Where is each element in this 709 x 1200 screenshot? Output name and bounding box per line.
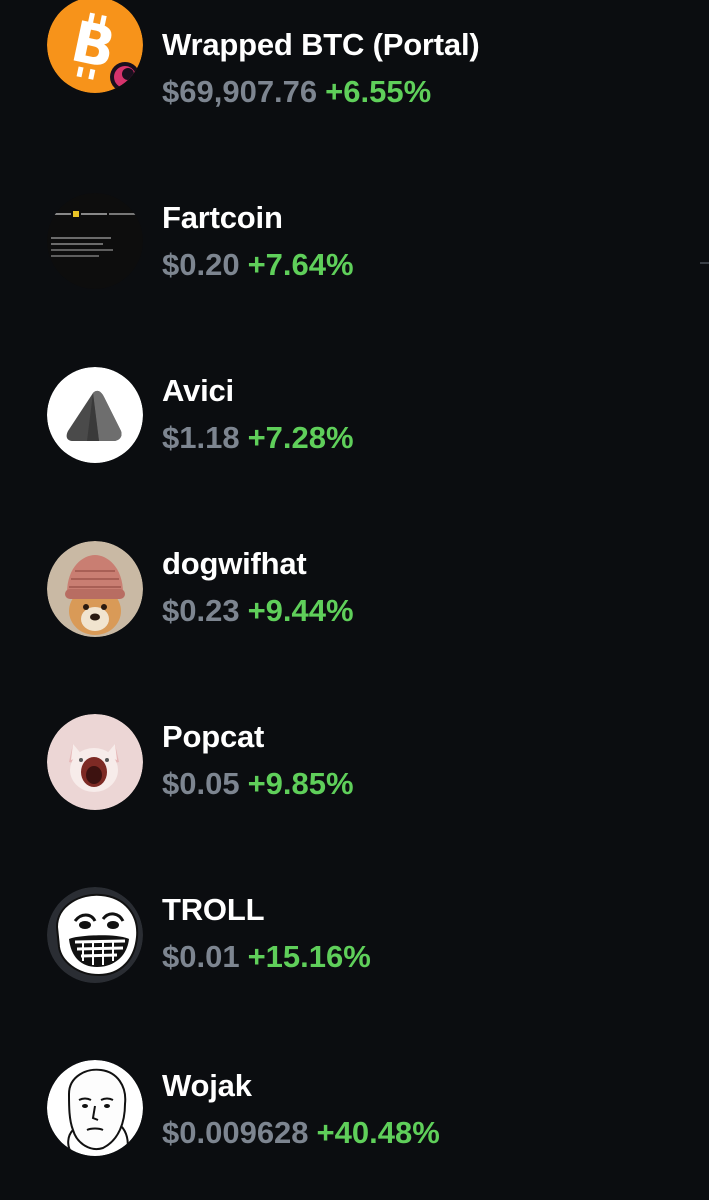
token-price: $0.01 [162,939,240,974]
token-name: Fartcoin [162,200,283,235]
fartcoin-icon [47,193,143,289]
token-row-wrapped-btc[interactable]: B Wrapped BTC (Portal) $69,907.76 +6.55% [0,0,709,110]
token-name: Wrapped BTC (Portal) [162,27,480,62]
token-row-avici[interactable]: Avici $1.18 +7.28% [0,346,709,463]
token-price: $0.23 [162,593,240,628]
token-price-line: $0.01 +15.16% [162,939,371,975]
token-row-wojak[interactable]: Wojak $0.009628 +40.48% [0,1038,709,1156]
token-change: +15.16% [247,939,371,974]
bitcoin-icon: B [47,0,143,93]
token-price: $0.009628 [162,1115,309,1150]
token-row-fartcoin[interactable]: Fartcoin $0.20 +7.64% [0,173,709,289]
token-price-line: $0.20 +7.64% [162,247,354,283]
token-change: +9.44% [247,593,354,628]
token-name: TROLL [162,892,265,927]
token-price: $1.18 [162,420,240,455]
token-price: $0.20 [162,247,240,282]
avici-icon [47,367,143,463]
token-change: +40.48% [316,1115,440,1150]
edge-indicator [700,262,709,264]
token-price-line: $69,907.76 +6.55% [162,74,431,110]
popcat-icon [47,714,143,810]
token-name: Avici [162,373,234,408]
token-list: B Wrapped BTC (Portal) $69,907.76+6.55% [0,0,709,1200]
wojak-icon [47,1060,143,1156]
token-change: +9.85% [247,766,354,801]
token-name: Wojak [162,1068,252,1103]
trollface-icon [47,887,143,983]
token-change: +7.64% [247,247,354,282]
token-change: +6.55% [325,74,432,109]
token-row-troll[interactable]: TROLL $0.01 +15.16% [0,865,709,983]
token-row-dogwifhat[interactable]: dogwifhat $0.23 +9.44% [0,519,709,637]
token-price-line: $0.009628 +40.48% [162,1115,440,1151]
token-price-line: $0.05 +9.85% [162,766,354,802]
token-price: $0.05 [162,766,240,801]
token-price: $69,907.76 [162,74,318,109]
token-name: dogwifhat [162,546,307,581]
token-name: Popcat [162,719,265,754]
dogwifhat-icon [47,541,143,637]
token-row-popcat[interactable]: Popcat $0.05 +9.85% [0,692,709,810]
token-price-line: $1.18 +7.28% [162,420,354,456]
token-change: +7.28% [247,420,354,455]
token-price-line: $0.23 +9.44% [162,593,354,629]
